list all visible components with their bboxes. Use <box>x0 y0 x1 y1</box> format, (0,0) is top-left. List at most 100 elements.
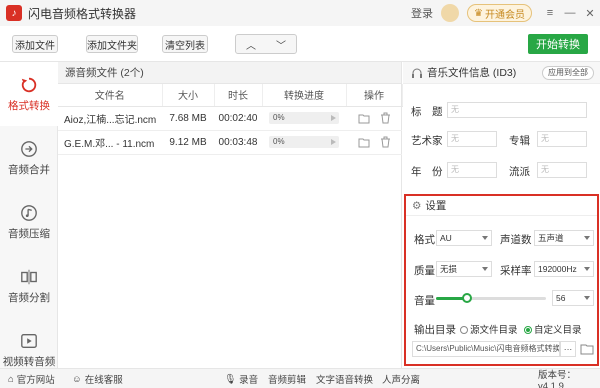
record-label: 录音 <box>239 375 259 386</box>
file-size: 9.12 MB <box>162 130 214 155</box>
video-icon <box>21 333 37 348</box>
samplerate-select[interactable]: 192000Hz <box>534 261 594 277</box>
sidebar-item-audio-split[interactable]: 音频分割 <box>0 254 58 318</box>
volume-label: 音量 <box>414 295 435 307</box>
title-field[interactable]: 无 <box>447 102 587 118</box>
radio-checked-icon <box>524 326 532 335</box>
audio-cut-label: 音频剪辑 <box>268 375 307 386</box>
sidebar-item-label: 视频转音频 <box>2 355 56 368</box>
source-dir-option[interactable]: 源文件目录 <box>460 322 518 336</box>
sidebar-item-format-convert[interactable]: 格式转换 <box>0 62 58 126</box>
tts-label: 文字语音转换 <box>316 375 374 386</box>
output-path-field[interactable]: C:\Users\Public\Music\闪电音频格式转换 <box>412 341 560 357</box>
file-list-header: 源音频文件 (2个) <box>58 62 401 84</box>
album-label: 专辑 <box>509 135 530 147</box>
chevron-down-icon <box>584 236 590 240</box>
folder-icon[interactable] <box>358 137 370 148</box>
move-down-button[interactable]: ﹀ <box>266 35 296 53</box>
trash-icon[interactable] <box>380 136 391 148</box>
toolbar: 添加文件 添加文件夹 清空列表 ︿ ﹀ 开始转换 <box>0 26 600 62</box>
sidebar-item-audio-merge[interactable]: 音频合并 <box>0 126 58 190</box>
service-link[interactable]: ☺ 在线客服 <box>72 369 123 388</box>
sidebar-item-audio-compress[interactable]: 音频压缩 <box>0 190 58 254</box>
volume-stepper[interactable]: 56 <box>552 290 594 306</box>
chevron-down-icon <box>584 267 590 271</box>
split-icon <box>21 269 37 284</box>
volume-thumb[interactable] <box>461 293 472 303</box>
music-info-header: 音乐文件信息 (ID3) 应用到全部 <box>403 62 600 84</box>
settings-panel: ⚙ 设置 格式 AU 声道数 五声道 质量 无损 采样率 192000Hz 音量… <box>404 194 599 366</box>
app-logo-icon: ♪ <box>6 5 22 21</box>
folder-icon[interactable] <box>358 113 370 124</box>
radio-icon <box>460 326 468 335</box>
record-link[interactable]: 🎙 录音 <box>224 369 258 388</box>
samplerate-value: 192000Hz <box>538 264 577 274</box>
website-label: 官方网站 <box>16 375 55 386</box>
channels-select[interactable]: 五声道 <box>534 230 594 246</box>
channels-label: 声道数 <box>500 234 532 246</box>
crown-icon: ♛ <box>474 7 483 19</box>
progress-cell: 0% <box>262 130 346 155</box>
source-dir-label: 源文件目录 <box>470 325 518 336</box>
avatar[interactable] <box>441 4 460 22</box>
column-header-actions: 操作 <box>346 84 403 107</box>
folder-icon[interactable] <box>580 343 594 355</box>
format-select[interactable]: AU <box>436 230 492 246</box>
play-icon[interactable] <box>331 115 336 121</box>
login-link[interactable]: 登录 <box>411 5 433 21</box>
apply-to-all-button[interactable]: 应用到全部 <box>542 66 594 80</box>
menu-icon[interactable]: ≡ <box>540 7 560 19</box>
actions-cell <box>346 130 402 155</box>
column-header-duration: 时长 <box>214 84 263 107</box>
artist-field[interactable]: 无 <box>447 131 497 147</box>
output-dir-label: 输出目录 <box>414 324 456 336</box>
sidebar-item-label: 音频合并 <box>8 163 50 176</box>
move-up-button[interactable]: ︿ <box>236 35 266 53</box>
file-name: Aioz,江楠...忘记.ncm <box>58 106 162 131</box>
tts-link[interactable]: 文字语音转换 <box>316 369 373 388</box>
year-field[interactable]: 无 <box>447 162 497 178</box>
music-info-panel: 音乐文件信息 (ID3) 应用到全部 标 题 无 艺术家 无 专辑 无 年 份 … <box>403 62 600 190</box>
start-convert-button[interactable]: 开始转换 <box>528 34 588 54</box>
table-row[interactable]: Aioz,江楠...忘记.ncm 7.68 MB 00:02:40 0% <box>58 106 402 131</box>
table-row[interactable]: G.E.M.邓... - 11.ncm 9.12 MB 00:03:48 0% <box>58 130 402 155</box>
file-duration: 00:03:48 <box>214 130 262 155</box>
album-field[interactable]: 无 <box>537 131 587 147</box>
add-file-button[interactable]: 添加文件 <box>12 35 58 53</box>
status-bar: ⌂ 官方网站 ☺ 在线客服 🎙 录音 音频剪辑 文字语音转换 人声分离 版本号：… <box>0 368 600 388</box>
volume-slider[interactable] <box>436 293 546 303</box>
custom-dir-option[interactable]: 自定义目录 <box>524 322 582 336</box>
settings-title: 设置 <box>425 200 447 212</box>
website-link[interactable]: ⌂ 官方网站 <box>8 369 55 388</box>
quality-select[interactable]: 无损 <box>436 261 492 277</box>
microphone-icon: 🎙 <box>224 373 237 385</box>
audio-cut-link[interactable]: 音频剪辑 <box>268 369 306 388</box>
chevron-down-icon <box>584 296 590 300</box>
vocal-separate-link[interactable]: 人声分离 <box>382 369 420 388</box>
file-name: G.E.M.邓... - 11.ncm <box>58 130 162 155</box>
trash-icon[interactable] <box>380 112 391 124</box>
service-label: 在线客服 <box>84 375 123 386</box>
play-icon[interactable] <box>331 139 336 145</box>
format-label: 格式 <box>414 234 435 246</box>
close-icon[interactable]: ✕ <box>580 7 600 20</box>
settings-header: ⚙ 设置 <box>406 196 597 216</box>
quality-label: 质量 <box>414 265 435 277</box>
chevron-down-icon <box>482 236 488 240</box>
quality-value: 无损 <box>440 264 458 274</box>
app-title: 闪电音频格式转换器 <box>28 6 137 21</box>
chevron-down-icon <box>482 267 488 271</box>
progress-cell: 0% <box>262 106 346 131</box>
file-list-panel: 源音频文件 (2个) 文件名 大小 时长 转换进度 操作 Aioz,江楠...忘… <box>58 62 403 368</box>
format-value: AU <box>440 233 452 243</box>
clear-list-button[interactable]: 清空列表 <box>162 35 208 53</box>
minimize-icon[interactable]: — <box>560 7 580 19</box>
add-folder-button[interactable]: 添加文件夹 <box>86 35 138 53</box>
channels-value: 五声道 <box>538 233 564 243</box>
browse-button[interactable]: ··· <box>560 341 576 357</box>
progress-text: 0% <box>273 113 285 122</box>
genre-field[interactable]: 无 <box>537 162 587 178</box>
vip-button[interactable]: ♛ 开通会员 <box>467 4 532 22</box>
merge-icon <box>21 140 37 157</box>
title-label: 标 题 <box>411 106 443 118</box>
